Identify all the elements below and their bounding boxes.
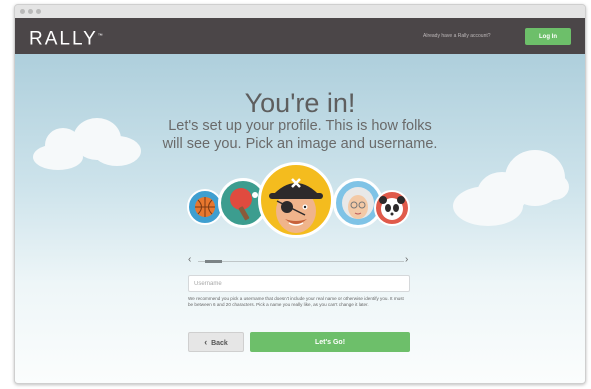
window-minimize-dot[interactable]: [28, 9, 33, 14]
account-prompt: Already have a Rally account?: [423, 33, 491, 39]
page-title: You're in!: [244, 88, 356, 118]
grandma-face-icon: [342, 187, 374, 219]
page-subtitle-line-2: will see you. Pick an image and username…: [162, 136, 438, 152]
window-close-dot[interactable]: [20, 9, 25, 14]
window-zoom-dot[interactable]: [36, 9, 41, 14]
top-header-bar: RALLY™ Already have a Rally account? Log…: [15, 18, 585, 54]
page-subtitle-line-1: Let's set up your profile. This is how f…: [168, 118, 432, 134]
rally-logo: RALLY™: [29, 28, 103, 50]
basketball-icon: [195, 197, 215, 217]
back-button[interactable]: ‹ Back: [188, 332, 244, 352]
pirate-face-icon: [269, 178, 323, 233]
panda-avatar[interactable]: [374, 190, 410, 226]
username-help-text: We recommend you pick a username that do…: [188, 296, 404, 308]
carousel-prev-icon[interactable]: ‹: [188, 254, 191, 266]
pirate-avatar[interactable]: [258, 162, 334, 238]
carousel-thumb[interactable]: [205, 260, 222, 263]
username-input[interactable]: [188, 275, 410, 292]
carousel-track[interactable]: [198, 261, 404, 262]
login-button[interactable]: Log In: [525, 28, 571, 45]
chevron-left-icon: ‹: [204, 337, 208, 347]
browser-window: RALLY™ Already have a Rally account? Log…: [14, 4, 586, 384]
panda-icon: [379, 196, 405, 220]
carousel-next-icon[interactable]: ›: [405, 254, 408, 266]
back-button-label: Back: [211, 340, 228, 347]
window-title-bar: [15, 5, 585, 18]
lets-go-button[interactable]: Let's Go!: [250, 332, 410, 352]
onboarding-content: You're in! Let's set up your profile. Th…: [15, 54, 585, 383]
